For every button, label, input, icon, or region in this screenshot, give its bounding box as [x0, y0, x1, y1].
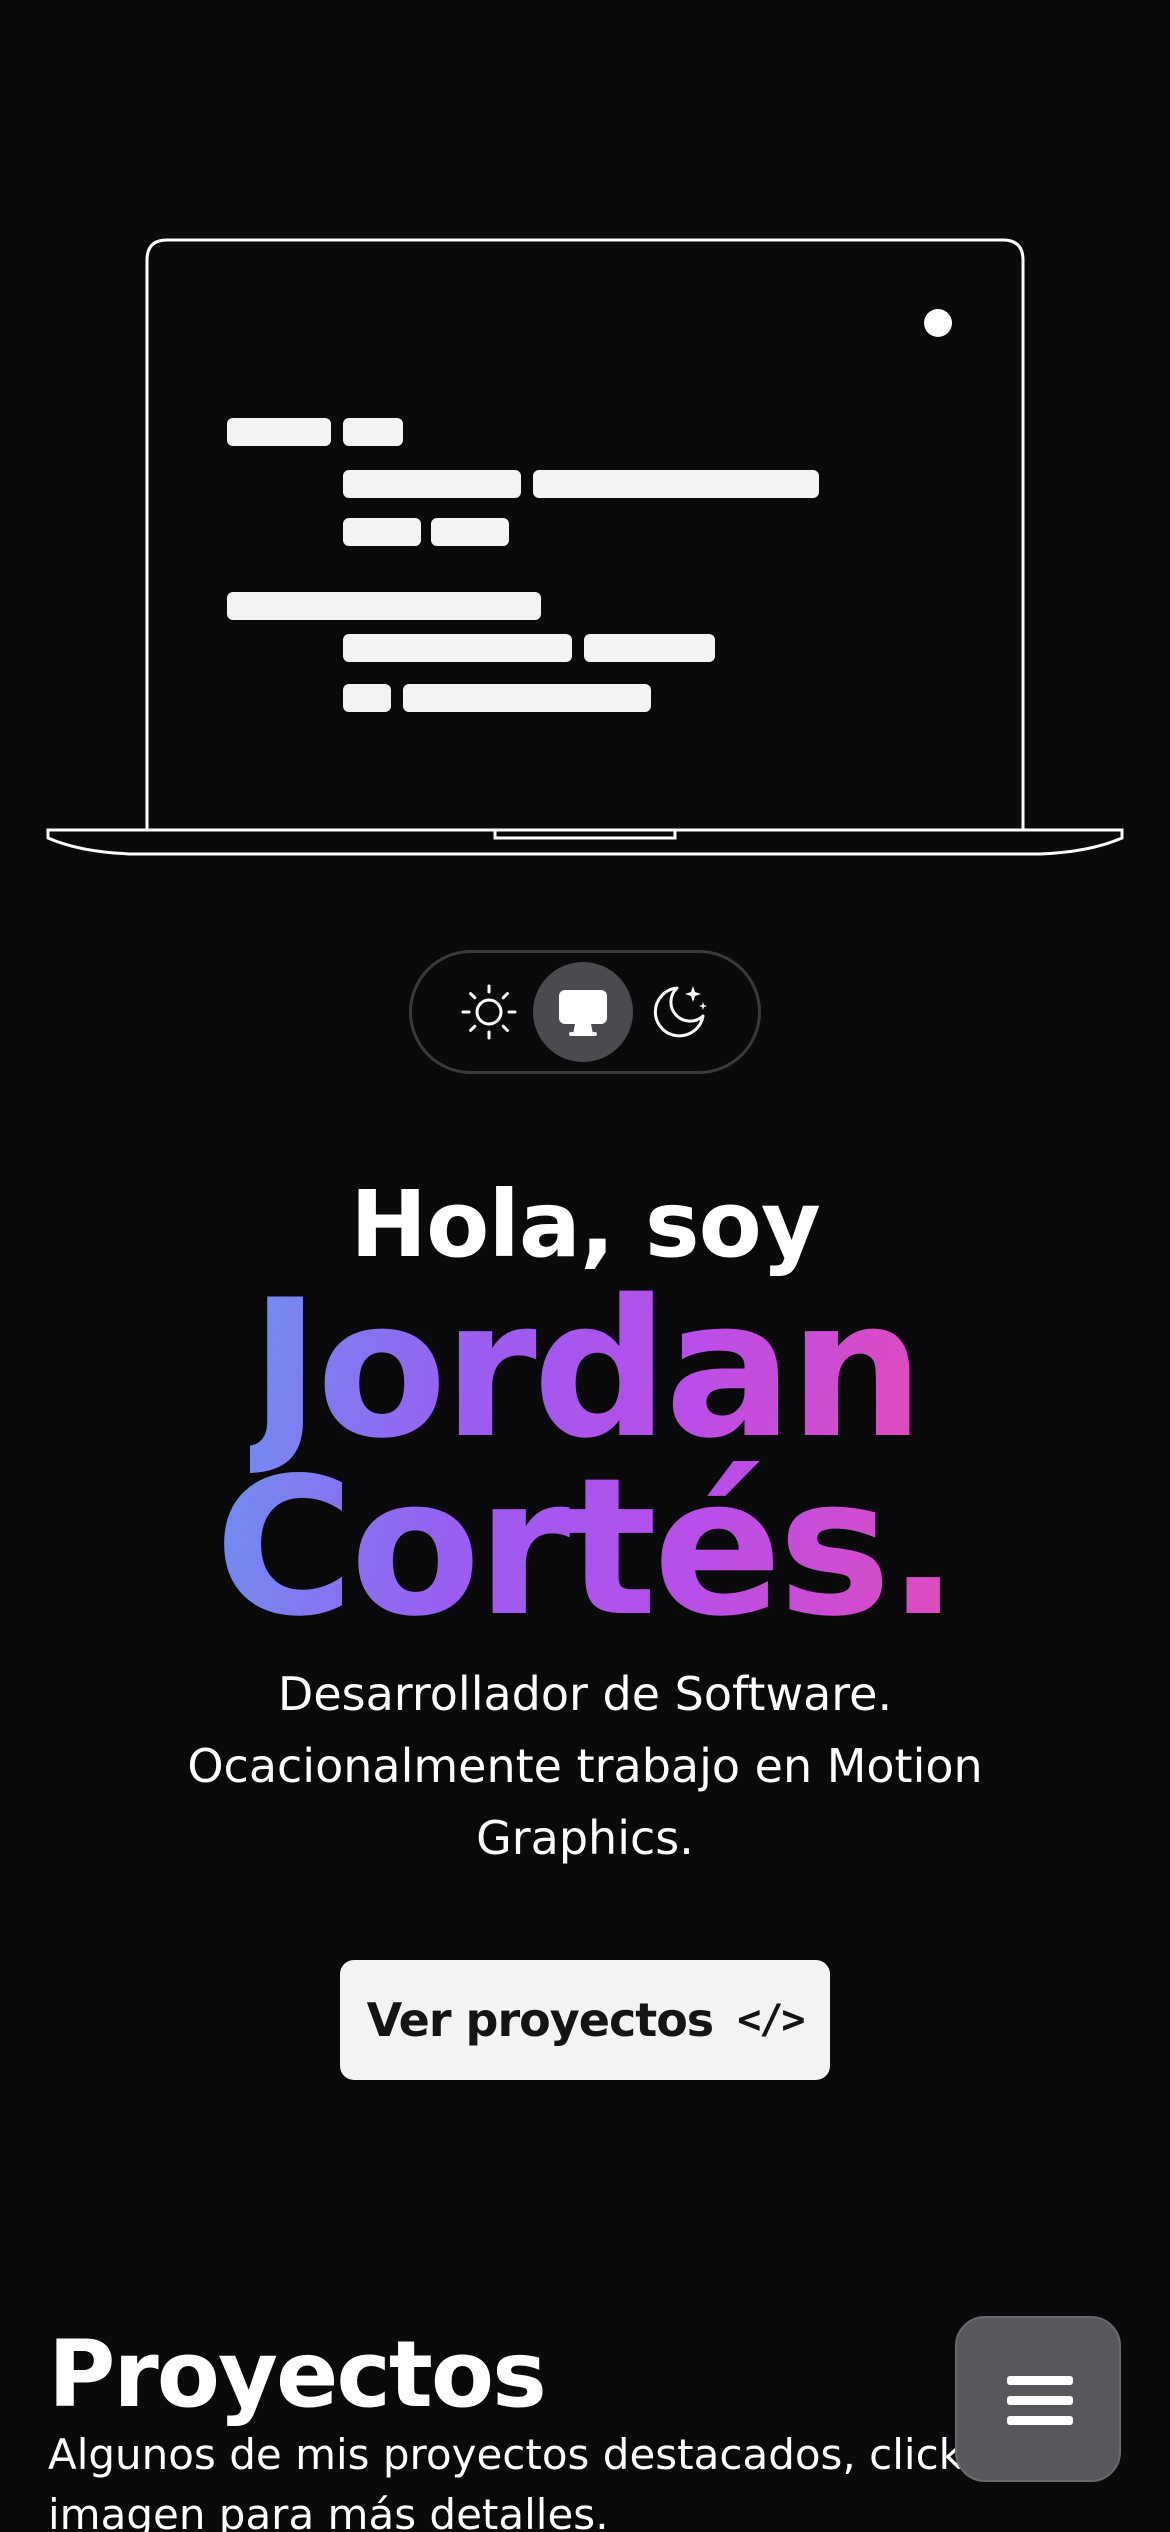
hero-last-name: Cortés. — [0, 1453, 1170, 1643]
projects-description-line-2: imagen para más detalles. — [48, 2490, 609, 2532]
theme-switch — [409, 950, 761, 1074]
code-lines — [227, 418, 819, 712]
tagline-line-1: Desarrollador de Software. — [277, 1667, 893, 1721]
theme-system-button[interactable] — [533, 962, 633, 1062]
laptop-illustration — [46, 238, 1124, 856]
monitor-icon — [559, 990, 607, 1036]
laptop-screen — [145, 238, 1025, 830]
hero-first-name: Jordan — [0, 1275, 1170, 1465]
laptop-base — [46, 828, 1124, 856]
code-icon: </> — [737, 1997, 805, 2043]
hero-tagline: Desarrollador de Software. Ocacionalment… — [120, 1658, 1050, 1874]
laptop-camera — [924, 309, 952, 337]
sun-icon — [461, 984, 517, 1040]
tagline-line-2: Ocacionalmente trabajo en Motion — [187, 1739, 983, 1793]
moon-stars-icon — [653, 986, 707, 1038]
view-projects-button[interactable]: Ver proyectos </> — [340, 1960, 830, 2080]
projects-title: Proyectos — [48, 2321, 547, 2428]
view-projects-label: Ver proyectos — [366, 1993, 715, 2047]
theme-dark-button[interactable] — [629, 962, 729, 1062]
theme-light-button[interactable] — [439, 962, 539, 1062]
hero-last-name-text: Cortés. — [214, 1437, 960, 1658]
menu-button[interactable] — [955, 2316, 1121, 2482]
tagline-line-3: Graphics. — [476, 1811, 694, 1865]
